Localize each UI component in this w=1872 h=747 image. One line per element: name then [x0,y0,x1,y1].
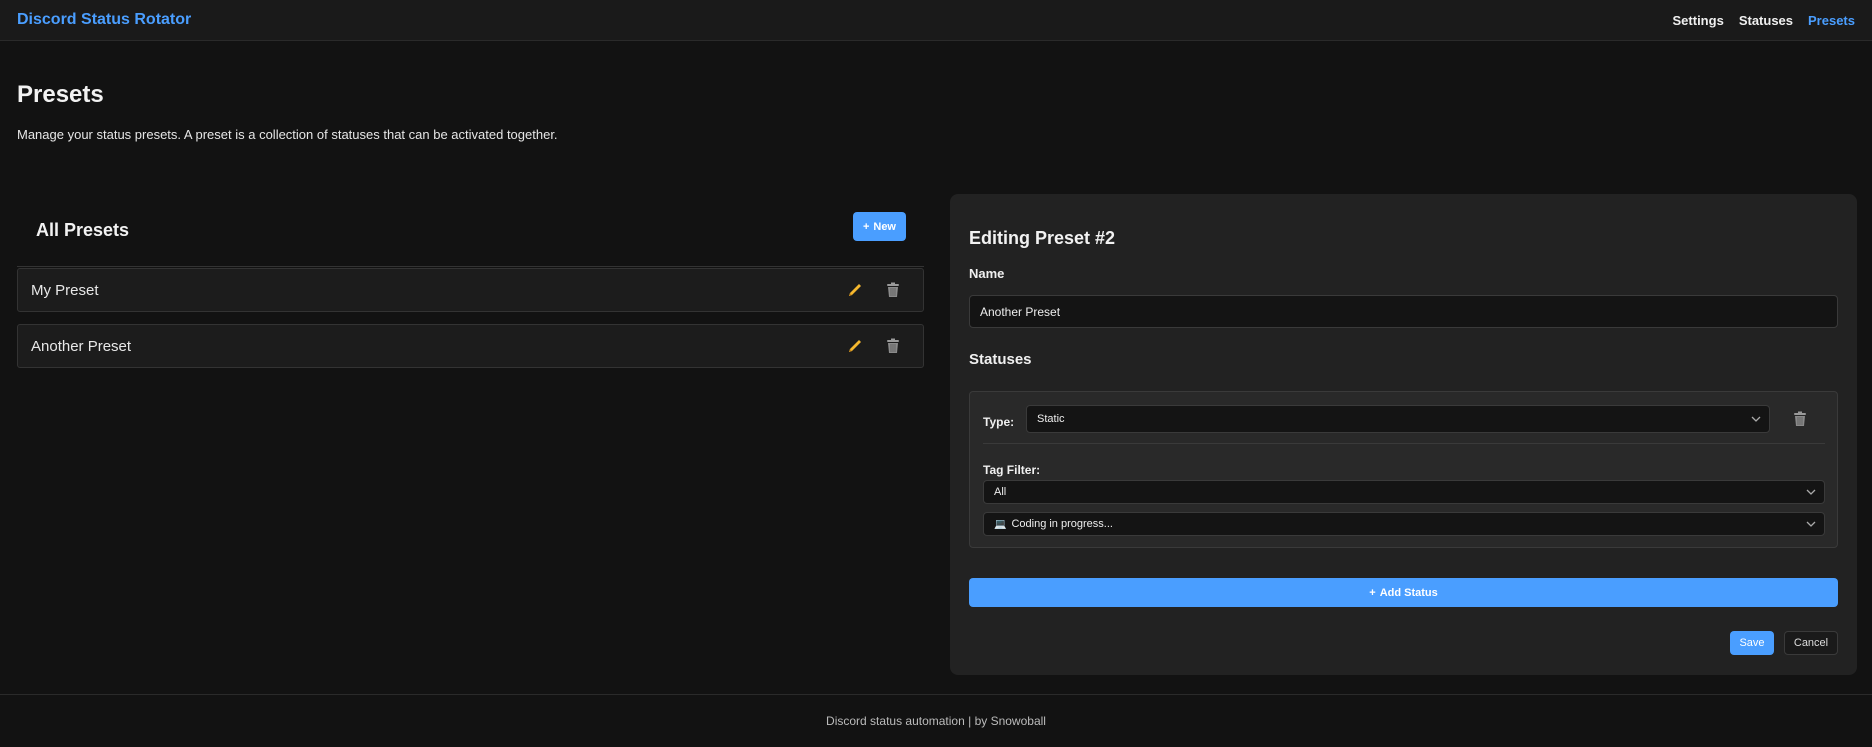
plus-icon: + [862,220,870,233]
tag-filter-select[interactable]: All [983,480,1825,504]
new-preset-label: New [873,220,896,233]
chevron-down-icon [1806,518,1816,530]
preset-item-my-preset[interactable]: My Preset [17,268,924,312]
editor-title: Editing Preset #2 [969,228,1116,248]
top-navbar: Discord Status Rotator Settings Statuses… [0,0,1872,41]
pencil-icon[interactable] [846,337,864,355]
footer: Discord status automation | by Snowoball [0,694,1872,747]
trash-icon[interactable] [1791,410,1809,428]
trash-icon[interactable] [884,337,902,355]
presets-list-panel: All Presets + New My Preset Another Pres… [17,194,924,380]
trash-icon[interactable] [884,281,902,299]
status-select[interactable]: 💻 Coding in progress... [983,512,1825,536]
card-divider [983,443,1825,444]
preset-item-another-preset[interactable]: Another Preset [17,324,924,368]
main-nav: Settings Statuses Presets [1673,13,1855,28]
nav-presets[interactable]: Presets [1808,13,1855,28]
app-brand[interactable]: Discord Status Rotator [17,11,191,29]
new-preset-button[interactable]: + New [852,212,906,241]
type-label: Type: [983,415,1015,429]
type-select[interactable]: Static [1026,405,1770,433]
preset-actions [846,281,902,299]
preset-actions [846,337,902,355]
preset-editor-panel: Editing Preset #2 Name Another Preset St… [950,194,1857,675]
preset-name: My Preset [31,281,99,299]
status-entry-card: Type: Static Tag Filter: All 💻 Coding in… [969,391,1838,548]
tag-filter-value: All [994,486,1007,498]
save-button[interactable]: Save [1730,631,1774,655]
presets-list-title: All Presets [36,219,130,240]
chevron-down-icon [1806,486,1816,498]
page-description: Manage your status presets. A preset is … [17,127,558,142]
name-label: Name [969,266,1005,281]
tag-filter-label: Tag Filter: [983,463,1041,477]
pencil-icon[interactable] [846,281,864,299]
nav-settings[interactable]: Settings [1673,13,1724,28]
laptop-icon: 💻 [994,518,1007,530]
chevron-down-icon [1751,413,1761,425]
status-select-value: Coding in progress... [1011,518,1113,530]
footer-text: Discord status automation | by Snowoball [826,714,1046,728]
nav-statuses[interactable]: Statuses [1739,13,1793,28]
presets-list-header: All Presets + New [17,194,924,267]
page-title: Presets [17,81,104,108]
type-select-value: Static [1037,413,1065,425]
add-status-label: Add Status [1379,586,1438,599]
statuses-label: Statuses [969,351,1032,368]
preset-name: Another Preset [31,337,132,355]
add-status-button[interactable]: + Add Status [969,578,1838,607]
preset-name-input[interactable]: Another Preset [969,295,1838,328]
plus-icon: + [1369,586,1376,599]
cancel-button[interactable]: Cancel [1784,631,1838,655]
